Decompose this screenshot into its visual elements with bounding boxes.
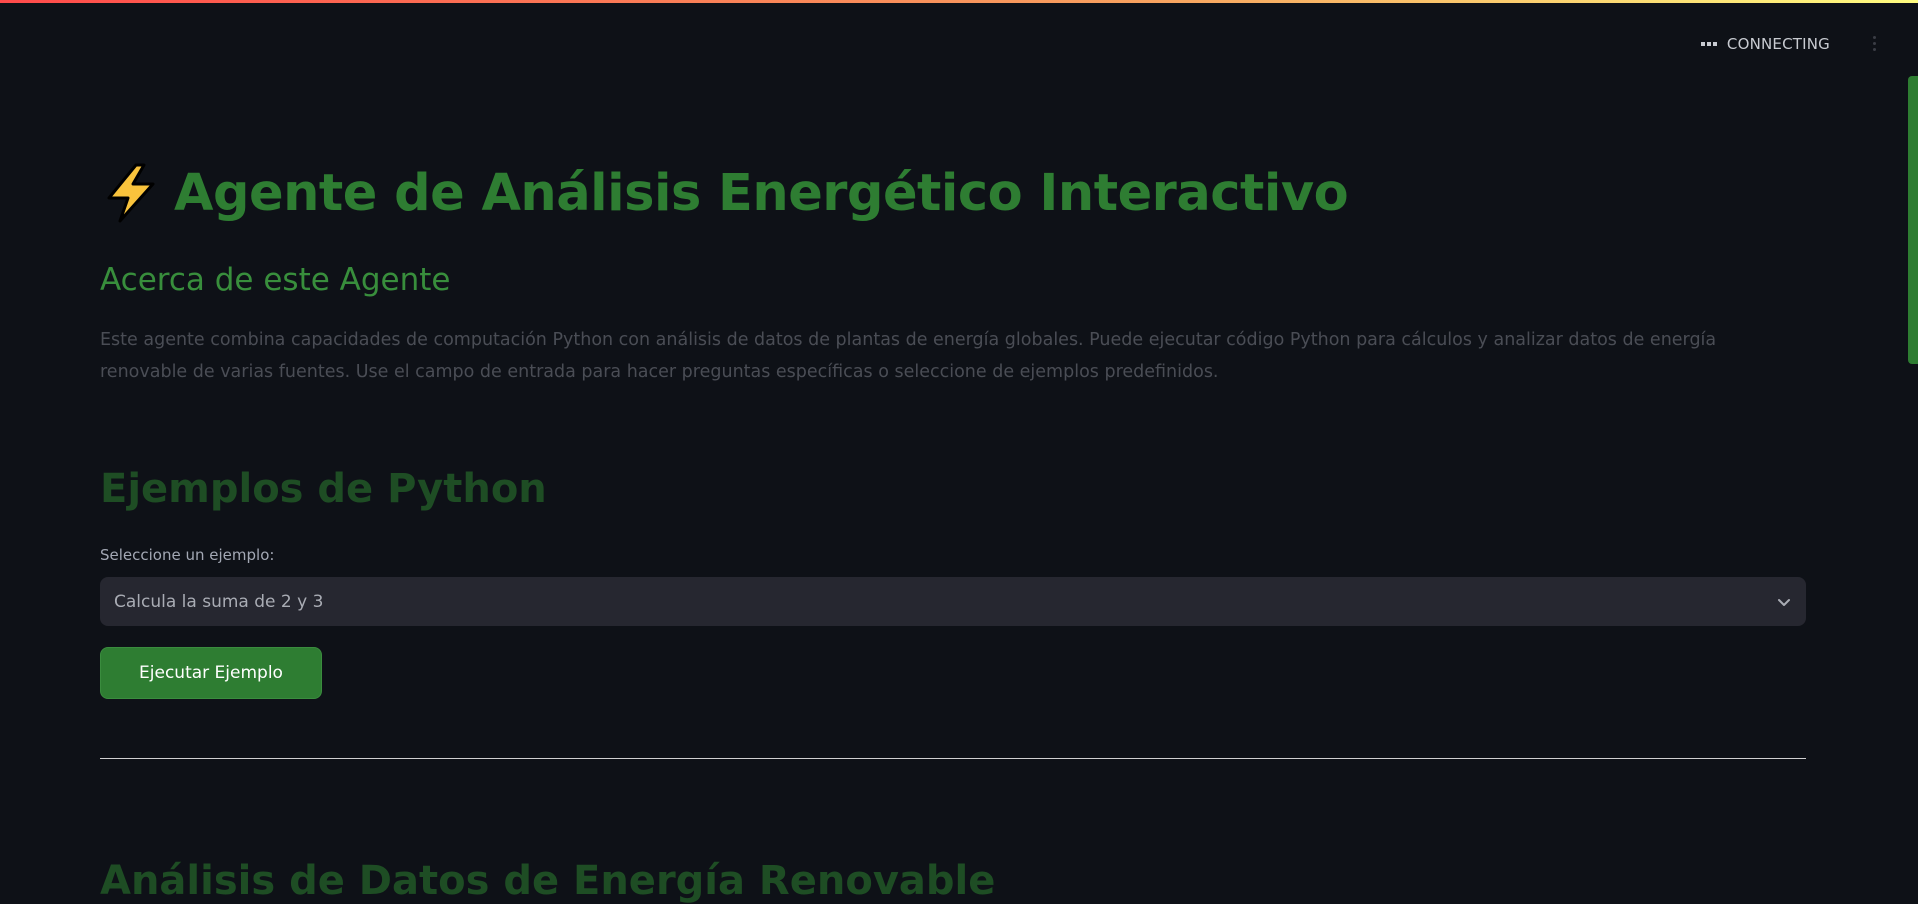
example-select[interactable]: Calcula la suma de 2 y 3 (100, 577, 1806, 626)
connection-status: CONNECTING (1700, 35, 1830, 53)
page-title: Agente de Análisis Energético Interactiv… (174, 163, 1349, 223)
section-divider (100, 758, 1806, 759)
run-example-button[interactable]: Ejecutar Ejemplo (100, 647, 322, 699)
lightning-bolt-icon (100, 162, 162, 224)
examples-heading: Ejemplos de Python (100, 466, 547, 512)
page-title-row: Agente de Análisis Energético Interactiv… (100, 162, 1349, 224)
scrollbar-thumb[interactable] (1908, 76, 1918, 364)
top-decoration-bar (0, 0, 1918, 3)
about-description: Este agente combina capacidades de compu… (100, 330, 1717, 382)
scrollbar[interactable] (1908, 0, 1918, 880)
about-heading: Acerca de este Agente (100, 262, 451, 298)
chevron-down-icon (1776, 594, 1792, 610)
example-select-label: Seleccione un ejemplo: (100, 546, 275, 564)
ellipsis-icon (1700, 42, 1717, 46)
example-select-value: Calcula la suma de 2 y 3 (114, 591, 324, 612)
main-menu-icon[interactable] (1873, 36, 1876, 51)
renewable-analysis-heading: Análisis de Datos de Energía Renovable (100, 858, 996, 904)
connection-status-label: CONNECTING (1726, 35, 1830, 53)
